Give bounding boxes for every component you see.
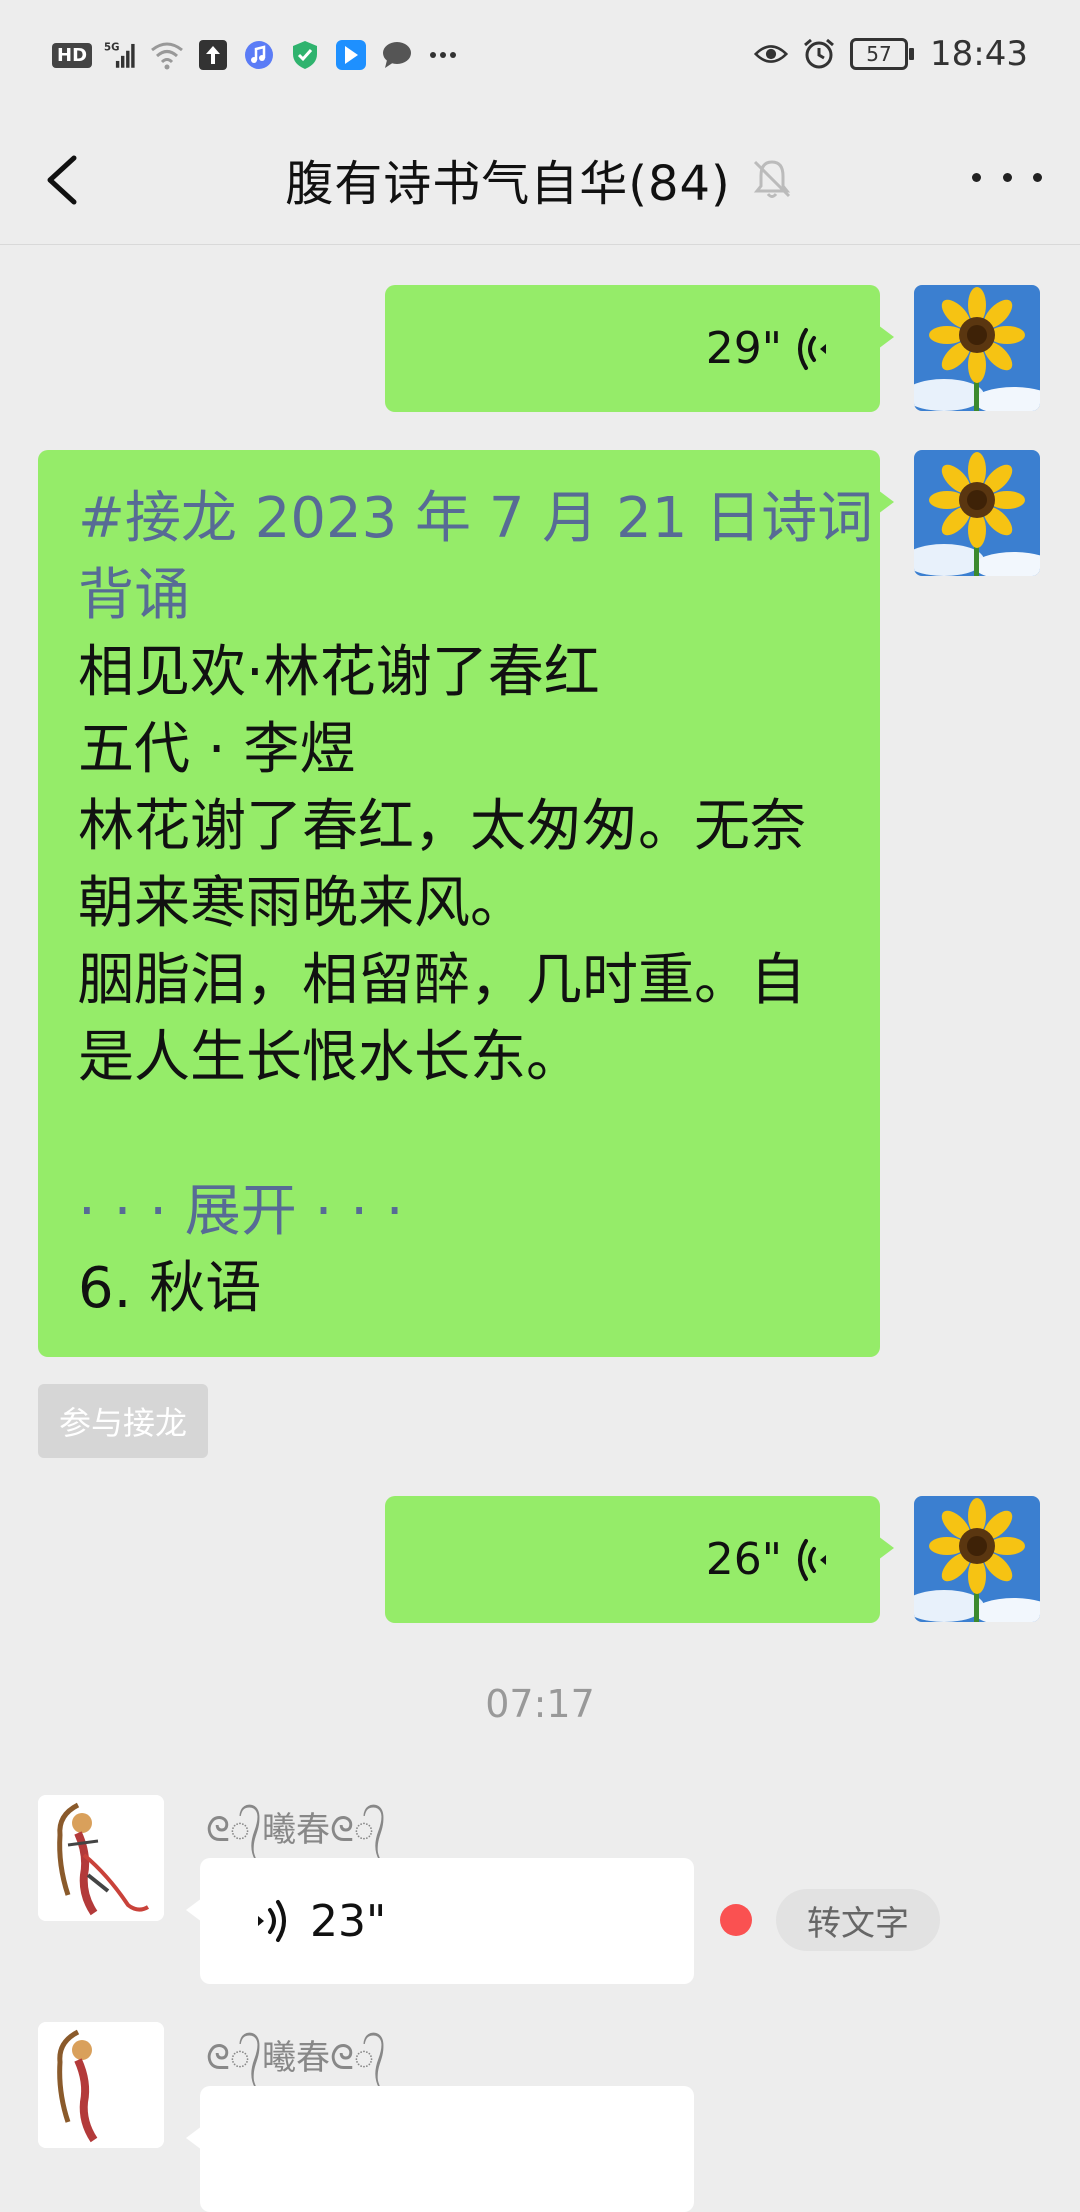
more-button[interactable] [972,152,1042,202]
voice-duration: 29" [705,323,782,374]
eye-icon [754,37,789,71]
monkey-king-avatar-image [38,2022,164,2148]
alarm-icon [802,37,836,71]
expand-link[interactable]: · · · 展开 · · · [78,1173,840,1250]
unread-dot [720,1904,752,1936]
join-jielong-button[interactable]: 参与接龙 [38,1384,208,1458]
message-line: 五代 · 李煜 [78,717,356,782]
message-line: #接龙 2023 年 7 月 21 日诗词 [78,486,874,551]
music-icon [242,38,276,72]
message-line: 林花谢了春红，太匆匆。无奈 [78,794,806,859]
sender-name: ᘓ᭄曦春ᘓ᭄ [206,1810,386,1850]
status-time: 18:43 [930,34,1028,74]
chat-title-area: 腹有诗书气自华(84) [0,144,1080,214]
message-line: 背诵 [78,563,190,628]
voice-wave-icon [258,1900,286,1942]
voice-wave-icon [798,327,826,370]
avatar[interactable] [38,1795,164,1921]
bell-off-icon [753,160,790,198]
convert-to-text-button[interactable]: 转文字 [776,1889,940,1951]
voice-duration: 26" [705,1534,782,1585]
avatar[interactable] [38,2022,164,2148]
voice-message-bubble[interactable]: 29" [385,285,894,412]
battery-indicator: 57 [850,38,915,70]
message-line: 6. 秋语 [78,1256,262,1321]
hd-badge: HD [52,42,93,68]
voice-message-bubble[interactable]: 26" [385,1496,894,1623]
app-notification-icon [334,38,368,72]
message-line: 是人生长恨水长东。 [78,1025,582,1090]
wifi-icon [150,38,184,72]
voice-duration: 23" [310,1895,387,1947]
message-timestamp: 07:17 [485,1682,595,1726]
avatar[interactable] [914,1496,1040,1622]
more-notifications-icon [426,38,460,72]
more-dot [1033,172,1042,182]
message-line: 相见欢·林花谢了春红 [78,640,600,705]
avatar[interactable] [914,285,1040,411]
more-dot [972,172,981,182]
chat-notification-icon [380,38,414,72]
svg-text:5G: 5G [104,43,119,54]
avatar[interactable] [914,450,1040,576]
message-line: 朝来寒雨晚来风。 [78,871,526,936]
chat-header: 腹有诗书气自华(84) [0,116,1080,245]
upload-icon [196,38,230,72]
message-bubble-partial[interactable] [186,2086,694,2212]
sunflower-avatar-image [914,450,1040,576]
status-bar: HD 5G 57 18:43 [0,0,1080,116]
status-left: HD 5G [52,38,460,72]
more-dot [1002,172,1012,182]
sunflower-avatar-image [914,1496,1040,1622]
message-line: 胭脂泪，相留醉，几时重。自 [78,948,806,1013]
status-right: 57 18:43 [754,34,1028,74]
voice-wave-icon [798,1538,826,1581]
sunflower-avatar-image [914,285,1040,411]
signal-icon: 5G [104,38,138,72]
sender-name: ᘓ᭄曦春ᘓ᭄ [206,2038,386,2078]
chat-title: 腹有诗书气自华(84) [285,156,731,212]
text-message-bubble[interactable]: #接龙 2023 年 7 月 21 日诗词 背诵 相见欢·林花谢了春红 五代 ·… [38,450,894,1357]
voice-message-bubble[interactable]: 23" [186,1858,694,1984]
monkey-king-avatar-image [38,1795,164,1921]
shield-icon [288,38,322,72]
